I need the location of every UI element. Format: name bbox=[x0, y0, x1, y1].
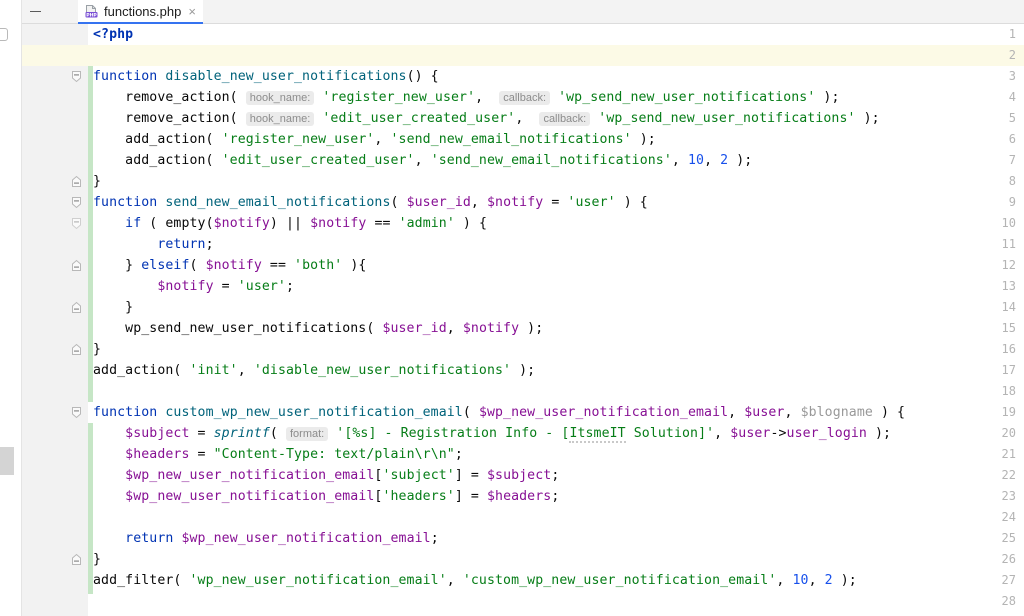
fold-marker-expanded[interactable] bbox=[70, 406, 83, 419]
fold-marker-expanded[interactable] bbox=[70, 70, 83, 83]
code-editor[interactable]: 1 2 3 4 5 6 7 8 9 10 11 12 13 14 15 16 17 18 19 20 21 22 23 24 2… bbox=[22, 24, 1024, 616]
code-line-23: $wp_new_user_notification_email['headers… bbox=[125, 489, 560, 504]
code-line-19: function custom_wp_new_user_notification… bbox=[93, 405, 906, 420]
svg-text:PHP: PHP bbox=[86, 12, 97, 18]
tool-window-icon[interactable] bbox=[0, 28, 8, 41]
code-line-13: $notify = 'user'; bbox=[157, 279, 295, 294]
fold-marker-end[interactable] bbox=[70, 343, 83, 356]
fold-marker-expanded[interactable] bbox=[70, 196, 83, 209]
code-line-6: add_action( 'register_new_user', 'send_n… bbox=[93, 132, 656, 147]
line-number-gutter[interactable] bbox=[22, 24, 66, 616]
code-line-20: $subject = sprintf( format: '[%s] - Regi… bbox=[125, 426, 892, 443]
tab-title: functions.php bbox=[104, 3, 182, 19]
code-line-15: wp_send_new_user_notifications( $user_id… bbox=[93, 321, 544, 336]
code-line-1: <?php bbox=[93, 27, 134, 42]
code-line-11: return; bbox=[157, 237, 214, 252]
editor-window: PHP functions.php × 1 2 3 4 5 6 7 8 9 10 11 12 13 14 1… bbox=[0, 0, 1024, 616]
fold-marker-end[interactable] bbox=[70, 259, 83, 272]
code-text-area[interactable]: <?php function disable_new_user_notifica… bbox=[93, 24, 1024, 616]
vertical-scrollbar-thumb[interactable] bbox=[0, 447, 14, 475]
code-line-7: add_action( 'edit_user_created_user', 's… bbox=[93, 153, 753, 168]
tab-functions-php[interactable]: PHP functions.php × bbox=[78, 0, 203, 24]
code-line-10: if ( empty($notify) || $notify == 'admin… bbox=[125, 216, 488, 231]
code-line-25: return $wp_new_user_notification_email; bbox=[125, 531, 439, 546]
code-line-9: function send_new_email_notifications( $… bbox=[93, 195, 648, 210]
fold-marker-end[interactable] bbox=[70, 301, 83, 314]
code-line-26: } bbox=[93, 552, 102, 567]
left-tool-strip bbox=[0, 0, 22, 616]
code-line-17: add_action( 'init', 'disable_new_user_no… bbox=[93, 363, 536, 378]
fold-marker-expanded[interactable] bbox=[70, 217, 83, 230]
code-line-4: remove_action( hook_name: 'register_new_… bbox=[93, 90, 840, 105]
code-folding-gutter[interactable] bbox=[66, 24, 88, 616]
code-line-8: } bbox=[93, 174, 102, 189]
code-line-27: add_filter( 'wp_new_user_notification_em… bbox=[93, 573, 857, 588]
close-icon[interactable]: × bbox=[188, 5, 196, 18]
code-line-5: remove_action( hook_name: 'edit_user_cre… bbox=[93, 111, 880, 126]
fold-marker-end[interactable] bbox=[70, 175, 83, 188]
code-line-3: function disable_new_user_notifications(… bbox=[93, 69, 439, 84]
editor-tab-bar: PHP functions.php × bbox=[22, 0, 1024, 24]
minimize-icon[interactable] bbox=[22, 0, 48, 23]
php-file-icon: PHP bbox=[84, 4, 99, 19]
code-line-16: } bbox=[93, 342, 102, 357]
code-line-12: } elseif( $notify == 'both' ){ bbox=[93, 258, 367, 273]
fold-marker-end[interactable] bbox=[70, 553, 83, 566]
code-line-22: $wp_new_user_notification_email['subject… bbox=[125, 468, 560, 483]
minimize-icon-bar bbox=[29, 10, 41, 13]
code-line-14: } bbox=[93, 300, 134, 315]
code-line-21: $headers = "Content-Type: text/plain\r\n… bbox=[125, 447, 463, 462]
